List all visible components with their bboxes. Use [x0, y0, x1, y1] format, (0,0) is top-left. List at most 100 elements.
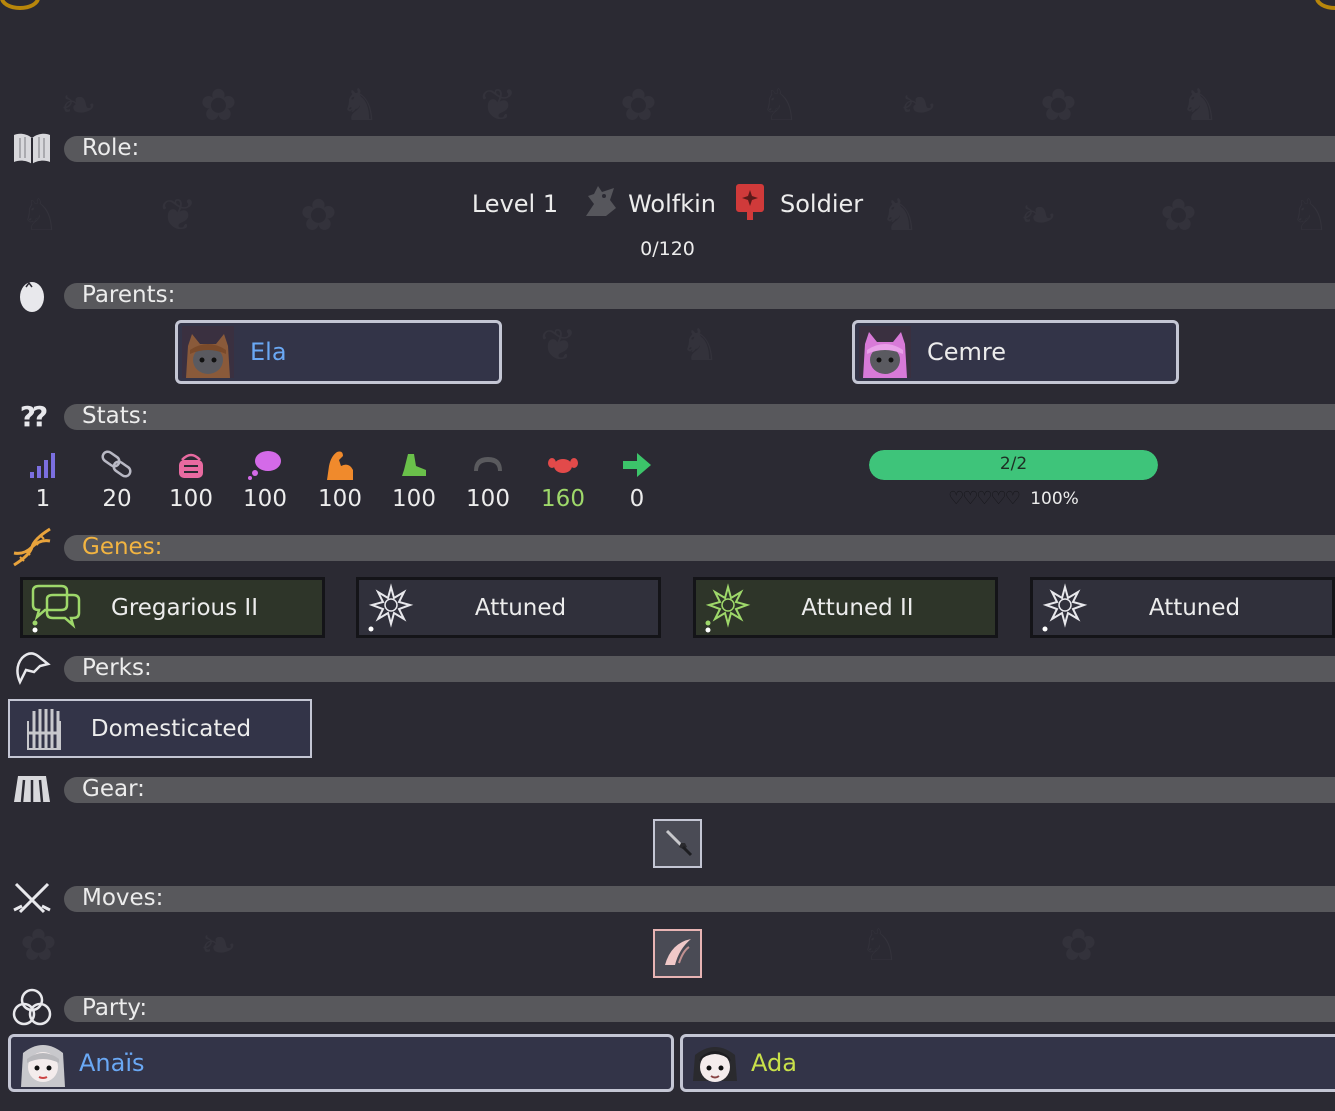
interlocked-rings-icon [10, 988, 54, 1026]
gene-card-attuned-ii[interactable]: Attuned II [693, 577, 998, 638]
parents-section-header: Parents: [0, 277, 1335, 313]
thought-bubble-icon [235, 448, 295, 482]
gene-label: Attuned [474, 594, 567, 621]
question-marks-icon: ?? [19, 399, 49, 433]
section-label: Perks: [82, 655, 152, 681]
gene-card-attuned[interactable]: Attuned [356, 577, 661, 638]
helmet-icon [458, 448, 518, 482]
gear-section-header: Gear: [0, 773, 1335, 805]
stat-strength: 100 [310, 448, 370, 512]
banner-icon [734, 182, 766, 226]
section-bar [64, 535, 1335, 561]
open-book-icon [10, 130, 54, 166]
section-bar [64, 404, 1335, 430]
egg-icon [10, 277, 54, 313]
stat-value: 100 [243, 486, 287, 512]
section-label: Role: [82, 135, 140, 161]
stat-value: 20 [102, 486, 132, 512]
section-label: Moves: [82, 885, 164, 911]
section-bar [64, 886, 1335, 912]
section-bar [64, 777, 1335, 803]
corner-ornament-left [0, 0, 40, 10]
health-percent: 100% [1030, 489, 1079, 509]
claw-slash-icon [661, 935, 695, 973]
perk-head-icon [10, 650, 54, 686]
parent-button-cemre[interactable]: Cemre [852, 320, 1179, 384]
party-section-header: Party: [0, 988, 1335, 1026]
section-bar [64, 283, 1335, 309]
party-member-name: Ada [751, 1049, 797, 1077]
gene-label: Gregarious II [111, 594, 258, 621]
gene-card-attuned[interactable]: Attuned [1030, 577, 1335, 638]
party-member-anais[interactable]: Anaïs [8, 1034, 674, 1092]
section-bar [64, 136, 1335, 162]
parent-name: Cemre [927, 338, 1007, 366]
avatar [859, 326, 911, 378]
perks-section-header: Perks: [0, 650, 1335, 686]
gene-card-gregarious-ii[interactable]: Gregarious II [20, 577, 325, 638]
armor-skirt-icon [10, 771, 54, 807]
arrow-right-icon [607, 448, 667, 482]
gear-slot[interactable] [653, 819, 702, 868]
stat-basket: 100 [161, 448, 221, 512]
stat-speed: 100 [384, 448, 444, 512]
health-bar-text: 2/2 [999, 454, 1028, 474]
signal-bars-icon [13, 448, 73, 482]
boot-icon [384, 448, 444, 482]
dagger-icon [661, 825, 695, 863]
section-bar [64, 656, 1335, 682]
speech-bubbles-icon [27, 583, 87, 633]
gene-label: Attuned II [801, 594, 914, 621]
stat-value: 100 [466, 486, 510, 512]
stat-movement: 0 [607, 448, 667, 512]
avatar [689, 1037, 741, 1089]
level-text: Level 1 [471, 190, 559, 218]
hearts-display: ♡♡♡♡♡ [948, 488, 1021, 509]
wolf-head-icon [580, 182, 620, 226]
heart-icon [533, 448, 593, 482]
party-member-name: Anaïs [79, 1049, 145, 1077]
dna-icon [10, 527, 54, 567]
stat-value: 1 [35, 486, 51, 512]
health-summary: ♡♡♡♡♡ 100% [869, 488, 1158, 509]
stat-value: 100 [169, 486, 213, 512]
stat-defense: 100 [458, 448, 518, 512]
starburst-icon [1037, 582, 1097, 633]
genes-section-header: Genes: [0, 527, 1335, 567]
party-member-ada[interactable]: Ada [680, 1034, 1335, 1092]
stat-value: 160 [541, 486, 585, 512]
section-label: Parents: [82, 282, 176, 308]
xp-row: 0/120 [0, 236, 1335, 262]
role-info: Level 1 Wolfkin Soldier [0, 184, 1335, 224]
section-bar [64, 996, 1335, 1022]
stat-thought: 100 [235, 448, 295, 512]
race-text: Wolfkin [628, 190, 717, 218]
moves-section-header: Moves: [0, 882, 1335, 914]
corner-ornament-right [1315, 0, 1335, 10]
perk-label: Domesticated [90, 715, 252, 742]
xp-text: 0/120 [640, 238, 695, 260]
basket-icon [161, 448, 221, 482]
flexed-arm-icon [310, 448, 370, 482]
perk-card-domesticated[interactable]: Domesticated [8, 699, 312, 758]
section-label: Genes: [82, 534, 163, 560]
health-bar: 2/2 [869, 450, 1158, 480]
stat-chain: 20 [87, 448, 147, 512]
stat-health: 160 [533, 448, 593, 512]
parent-button-ela[interactable]: Ela [175, 320, 502, 384]
avatar [17, 1037, 69, 1089]
stats-section-header: ?? Stats: [0, 399, 1335, 433]
parent-name: Ela [250, 338, 287, 366]
section-label: Party: [82, 995, 148, 1021]
starburst-icon [363, 582, 423, 633]
section-label: Stats: [82, 403, 149, 429]
stat-value: 100 [318, 486, 362, 512]
chain-link-icon [87, 448, 147, 482]
stat-value: 100 [392, 486, 436, 512]
stat-value: 0 [629, 486, 645, 512]
gene-label: Attuned [1148, 594, 1241, 621]
role-section-header: Role: [0, 132, 1335, 164]
stat-level: 1 [13, 448, 73, 512]
section-label: Gear: [82, 776, 145, 802]
move-slot[interactable] [653, 929, 702, 978]
